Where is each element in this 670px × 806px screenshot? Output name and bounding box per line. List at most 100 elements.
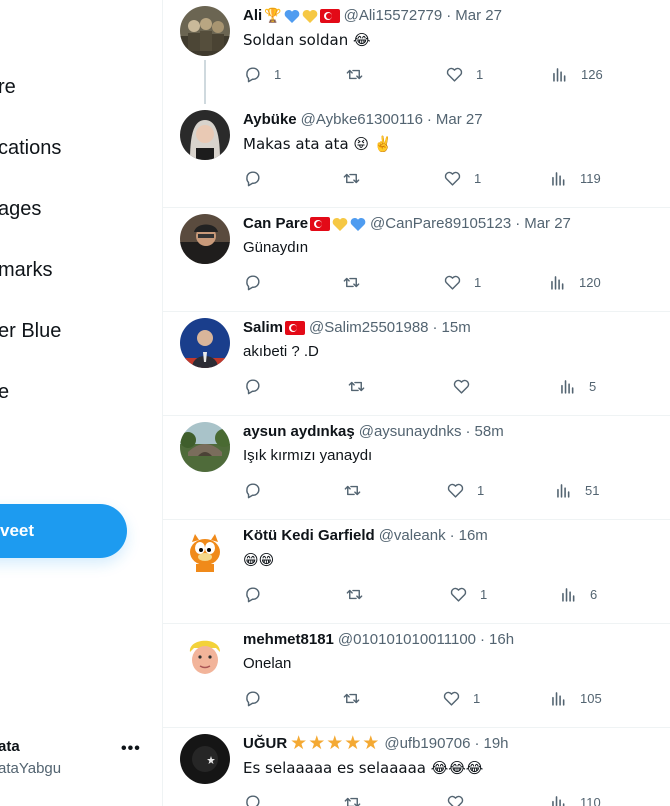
timestamp[interactable]: 16h bbox=[489, 630, 514, 650]
display-name[interactable]: UĞUR bbox=[243, 734, 287, 754]
tweet-button[interactable]: veet bbox=[0, 504, 127, 558]
tweet-actions: 1 1 126 bbox=[243, 62, 653, 86]
avatar[interactable] bbox=[180, 526, 230, 576]
retweet-button[interactable] bbox=[342, 270, 373, 294]
timestamp[interactable]: Mar 27 bbox=[455, 6, 502, 26]
like-button[interactable] bbox=[446, 790, 477, 806]
retweet-button[interactable] bbox=[343, 790, 374, 806]
handle[interactable]: @Aybke61300116 bbox=[301, 110, 423, 130]
avatar[interactable] bbox=[180, 214, 230, 264]
display-name[interactable]: Aybüke bbox=[243, 110, 297, 130]
reply-icon bbox=[246, 170, 260, 186]
like-count: 1 bbox=[476, 66, 484, 82]
views-button[interactable]: 110 bbox=[549, 790, 601, 806]
views-button[interactable]: 119 bbox=[549, 166, 601, 190]
retweet-button[interactable] bbox=[347, 374, 378, 398]
display-name[interactable]: Ali bbox=[243, 6, 262, 26]
like-button[interactable]: 1 bbox=[443, 270, 481, 294]
sidebar-item-messages[interactable]: ages bbox=[0, 198, 41, 221]
reply-button[interactable] bbox=[243, 582, 274, 606]
retweet-icon bbox=[344, 485, 361, 495]
tweet[interactable]: Kötü Kedi Garfield @valeank · 16m 😁😁 1 6 bbox=[163, 520, 670, 624]
handle[interactable]: @valeank bbox=[379, 526, 446, 546]
handle[interactable]: @CanPare89105123 bbox=[370, 214, 511, 234]
like-button[interactable]: 1 bbox=[446, 478, 484, 502]
timestamp[interactable]: 19h bbox=[483, 734, 508, 754]
more-icon[interactable]: ••• bbox=[121, 740, 141, 758]
display-name[interactable]: mehmet8181 bbox=[243, 630, 334, 650]
tweet[interactable]: UĞUR ★★★★★ @ufb190706 · 19h Es selaaaaa … bbox=[163, 728, 670, 806]
tweet-actions: 1 105 bbox=[243, 686, 653, 710]
retweet-icon bbox=[343, 277, 360, 287]
display-name[interactable]: Can Pare bbox=[243, 214, 308, 234]
tweet-header: Ali 🏆 @Ali15572779 · Mar 27 bbox=[243, 6, 502, 26]
view-count: 110 bbox=[580, 794, 601, 806]
views-icon bbox=[553, 67, 566, 82]
display-name[interactable]: aysun aydınkaş bbox=[243, 422, 355, 442]
account-switcher[interactable]: ata ataYabgu ••• bbox=[0, 730, 150, 790]
reply-button[interactable] bbox=[243, 790, 274, 806]
tweet[interactable]: Ali 🏆 @Ali15572779 · Mar 27 Soldan solda… bbox=[163, 0, 670, 104]
timestamp[interactable]: 58m bbox=[475, 422, 504, 442]
avatar[interactable] bbox=[180, 734, 230, 784]
timestamp[interactable]: Mar 27 bbox=[436, 110, 483, 130]
tweet[interactable]: Aybüke @Aybke61300116 · Mar 27 Makas ata… bbox=[163, 104, 670, 208]
heart-icon bbox=[447, 483, 464, 498]
sidebar-item-bookmarks[interactable]: marks bbox=[0, 259, 52, 282]
heart-icon bbox=[444, 171, 461, 186]
avatar[interactable] bbox=[180, 422, 230, 472]
like-button[interactable]: 1 bbox=[449, 582, 487, 606]
retweet-button[interactable] bbox=[342, 166, 373, 190]
views-button[interactable]: 51 bbox=[554, 478, 599, 502]
tweet[interactable]: aysun aydınkaş @aysunaydnks · 58m Işık k… bbox=[163, 416, 670, 520]
heart-icon bbox=[446, 67, 463, 82]
yellow-heart-icon bbox=[302, 9, 317, 23]
sidebar-item-twitter-blue[interactable]: er Blue bbox=[0, 320, 61, 343]
views-icon bbox=[561, 379, 574, 394]
retweet-icon bbox=[344, 797, 361, 806]
like-button[interactable]: 1 bbox=[445, 62, 483, 86]
tweet[interactable]: mehmet8181 @010101010011100 · 16h Onelan… bbox=[163, 624, 670, 728]
sidebar-item-explore[interactable]: re bbox=[0, 76, 16, 99]
display-name[interactable]: Salim bbox=[243, 318, 283, 338]
timestamp[interactable]: Mar 27 bbox=[524, 214, 571, 234]
retweet-button[interactable] bbox=[345, 62, 376, 86]
avatar[interactable] bbox=[180, 6, 230, 56]
sidebar-item-profile[interactable]: e bbox=[0, 381, 9, 404]
like-button[interactable]: 1 bbox=[442, 686, 480, 710]
reply-button[interactable] bbox=[243, 374, 274, 398]
views-button[interactable]: 126 bbox=[550, 62, 603, 86]
reply-button[interactable] bbox=[243, 478, 274, 502]
like-button[interactable] bbox=[452, 374, 483, 398]
like-count: 1 bbox=[480, 586, 488, 602]
avatar[interactable] bbox=[180, 110, 230, 160]
display-name[interactable]: Kötü Kedi Garfield bbox=[243, 526, 375, 546]
tweet[interactable]: Salim @Salim25501988 · 15m akıbeti ? .D … bbox=[163, 312, 670, 416]
views-button[interactable]: 6 bbox=[559, 582, 597, 606]
reply-button[interactable] bbox=[243, 686, 274, 710]
avatar[interactable] bbox=[180, 318, 230, 368]
views-button[interactable]: 105 bbox=[549, 686, 602, 710]
like-count: 1 bbox=[477, 482, 485, 498]
retweet-button[interactable] bbox=[345, 582, 376, 606]
handle[interactable]: @ufb190706 bbox=[384, 734, 470, 754]
reply-button[interactable]: 1 bbox=[243, 62, 281, 86]
reply-button[interactable] bbox=[243, 270, 274, 294]
sidebar-item-notifications[interactable]: cations bbox=[0, 137, 61, 160]
tweet[interactable]: Can Pare @CanPare89105123 · Mar 27 Günay… bbox=[163, 208, 670, 312]
handle[interactable]: @Salim25501988 bbox=[309, 318, 428, 338]
handle[interactable]: @010101010011100 bbox=[338, 630, 476, 650]
tweet-actions: 1 120 bbox=[243, 270, 653, 294]
reply-button[interactable] bbox=[243, 166, 274, 190]
avatar[interactable] bbox=[180, 630, 230, 680]
retweet-button[interactable] bbox=[343, 478, 374, 502]
views-button[interactable]: 5 bbox=[558, 374, 596, 398]
retweet-button[interactable] bbox=[342, 686, 373, 710]
handle[interactable]: @Ali15572779 bbox=[344, 6, 443, 26]
like-button[interactable]: 1 bbox=[443, 166, 481, 190]
turkey-flag-icon bbox=[319, 9, 340, 23]
timestamp[interactable]: 16m bbox=[459, 526, 488, 546]
views-button[interactable]: 120 bbox=[548, 270, 601, 294]
handle[interactable]: @aysunaydnks bbox=[359, 422, 462, 442]
timestamp[interactable]: 15m bbox=[442, 318, 471, 338]
